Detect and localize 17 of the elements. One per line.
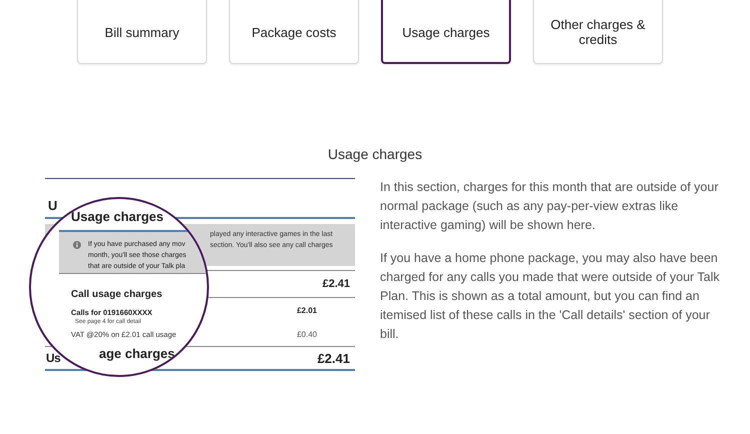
subheading: Call usage charges	[70, 289, 162, 300]
section-title: Usage charges	[326, 146, 424, 164]
total-label: age charges	[98, 346, 175, 361]
amount: £0.40	[296, 330, 317, 338]
paragraph: If you have a home phone package, you may also have been charged for any calls you made that were outside of your Talk Plan. This is shown as a total amount, but you can find an itemised list of these calls in the 'Call details' section of your bill.	[380, 250, 721, 343]
tab[interactable]: Usage charges	[381, 0, 511, 64]
total-label: Us	[46, 351, 60, 365]
total-amount: £2.41	[317, 350, 350, 366]
amount: £2.01	[296, 306, 317, 314]
bill-heading: Usage charges	[70, 209, 164, 225]
tab[interactable]: Other charges & credits	[533, 0, 663, 64]
tab[interactable]: Package costs	[229, 0, 359, 64]
tab[interactable]: Bill summary	[77, 0, 207, 64]
paragraph: In this section, charges for this month that are outside of your normal package (such as any pay-per-view extras like interactive gaming) will be shown here.	[380, 179, 720, 234]
amount: £2.41	[322, 278, 350, 290]
info-icon	[73, 241, 81, 249]
bill-heading: U	[48, 198, 58, 213]
